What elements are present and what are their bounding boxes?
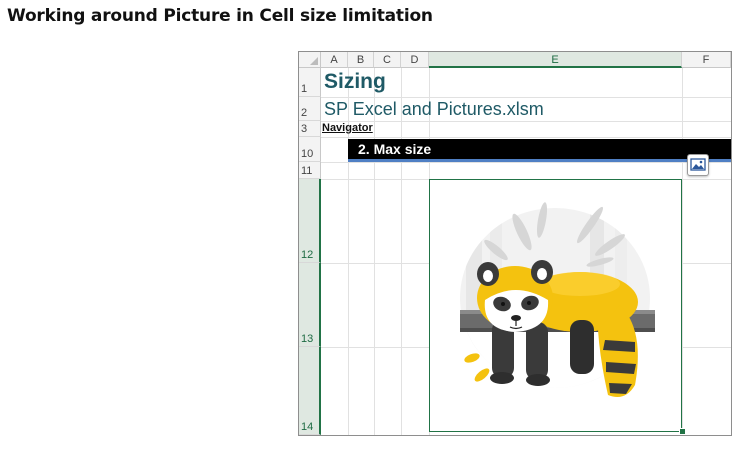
- row-header-2[interactable]: 2: [299, 97, 321, 121]
- column-header-c[interactable]: C: [374, 52, 401, 68]
- row-header-label: 1: [301, 83, 308, 95]
- spreadsheet-grid[interactable]: A B C D E F 1 2 3 10 11 12 13 14 Sizing …: [298, 51, 732, 436]
- cell-a1-sizing[interactable]: Sizing: [324, 70, 386, 94]
- row-header-label: 12: [301, 249, 314, 261]
- column-header-a[interactable]: A: [321, 52, 348, 68]
- column-header-b[interactable]: B: [348, 52, 374, 68]
- navigator-link[interactable]: Navigator: [322, 122, 373, 134]
- row-header-label: 11: [301, 165, 313, 177]
- column-header-e[interactable]: E: [429, 52, 682, 68]
- row-header-14[interactable]: 14: [299, 347, 321, 435]
- page-title: Working around Picture in Cell size limi…: [7, 6, 433, 26]
- row-header-label: 14: [301, 421, 314, 433]
- banner-underline: [348, 159, 731, 162]
- cell-a2-filename[interactable]: SP Excel and Pictures.xlsm: [324, 99, 544, 120]
- row-header-3[interactable]: 3: [299, 121, 321, 137]
- row-header-10[interactable]: 10: [299, 137, 321, 162]
- column-header-f[interactable]: F: [682, 52, 731, 68]
- row-header-1[interactable]: 1: [299, 68, 321, 97]
- row-header-label: 3: [301, 123, 308, 135]
- row-header-13[interactable]: 13: [299, 263, 321, 347]
- row-header-11[interactable]: 11: [299, 162, 321, 179]
- row-header-12[interactable]: 12: [299, 179, 321, 263]
- row-header-label: 2: [301, 107, 308, 119]
- row-header-label: 13: [301, 333, 314, 345]
- column-header-d[interactable]: D: [401, 52, 429, 68]
- red-panda-picture[interactable]: [430, 180, 681, 431]
- picture-in-cell-button[interactable]: [687, 154, 709, 176]
- section-banner-title[interactable]: 2. Max size: [358, 141, 431, 157]
- row-header-label: 10: [301, 148, 314, 160]
- select-all-corner[interactable]: [299, 52, 321, 68]
- image-icon: [690, 158, 706, 171]
